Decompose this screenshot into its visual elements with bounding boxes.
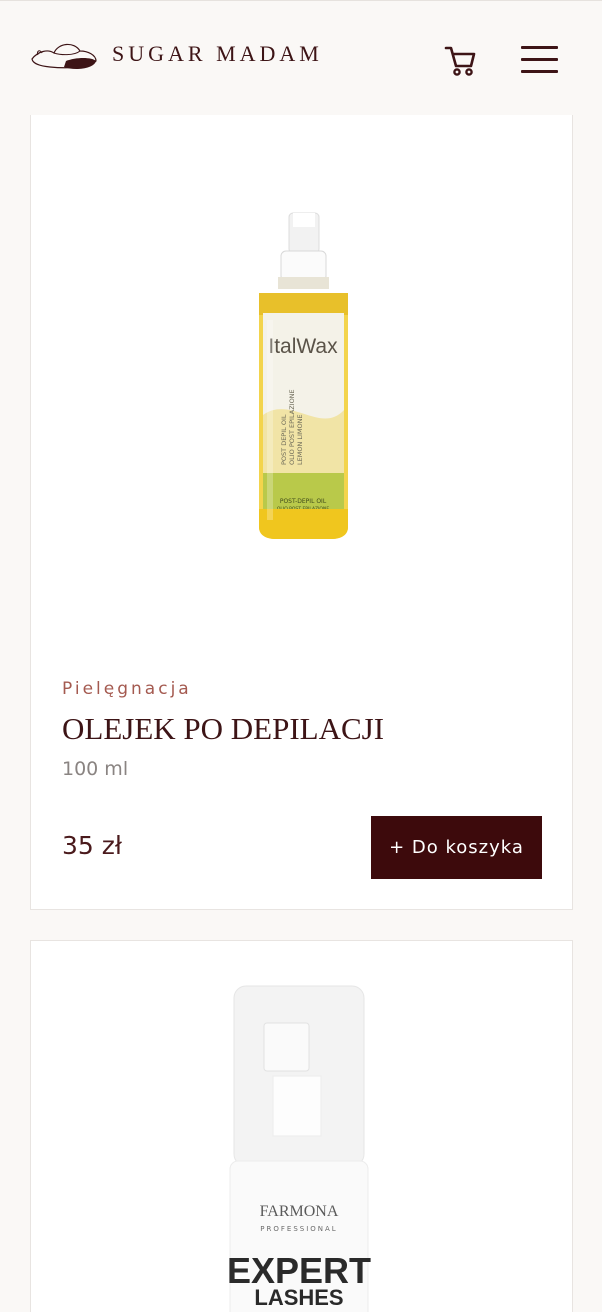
label-sub: PROFESSIONAL [260, 1225, 337, 1233]
label-line-2: LASHES [254, 1285, 343, 1310]
cart-icon [444, 46, 476, 76]
label-line-1: POST DEPIL OIL [280, 414, 288, 465]
menu-line-middle [521, 58, 558, 61]
product-image[interactable]: ItalWax POST DEPIL OIL OLIO POST EPILAZI… [31, 115, 572, 645]
product-card[interactable]: FARMONA PROFESSIONAL EXPERT LASHES [30, 940, 573, 1312]
label-line-2: OLIO POST EPILAZIONE [288, 389, 296, 465]
brand-name[interactable]: SUGAR MADAM [112, 41, 323, 67]
label-brand: FARMONA [260, 1203, 339, 1220]
add-to-cart-button[interactable]: + Do koszyka [371, 816, 542, 879]
product-volume: 100 ml [62, 758, 129, 780]
menu-line-bottom [521, 70, 558, 73]
product-category: Pielęgnacja [62, 679, 192, 699]
cart-button[interactable] [440, 41, 480, 81]
band-line-1: POST-DEPIL OIL [280, 498, 327, 505]
product-price: 35 zł [62, 831, 122, 860]
menu-line-top [521, 46, 558, 49]
site-header: SUGAR MADAM [0, 0, 602, 115]
product-image[interactable]: FARMONA PROFESSIONAL EXPERT LASHES [31, 941, 572, 1312]
label-brand: ItalWax [268, 335, 338, 358]
product-title[interactable]: OLEJEK PO DEPILACJI [62, 711, 384, 747]
label-line-3: LEMON LIMONE [296, 414, 304, 465]
hat-logo-icon[interactable] [30, 39, 100, 73]
hamburger-menu-button[interactable] [518, 43, 562, 77]
product-card[interactable]: ItalWax POST DEPIL OIL OLIO POST EPILAZI… [30, 115, 573, 910]
